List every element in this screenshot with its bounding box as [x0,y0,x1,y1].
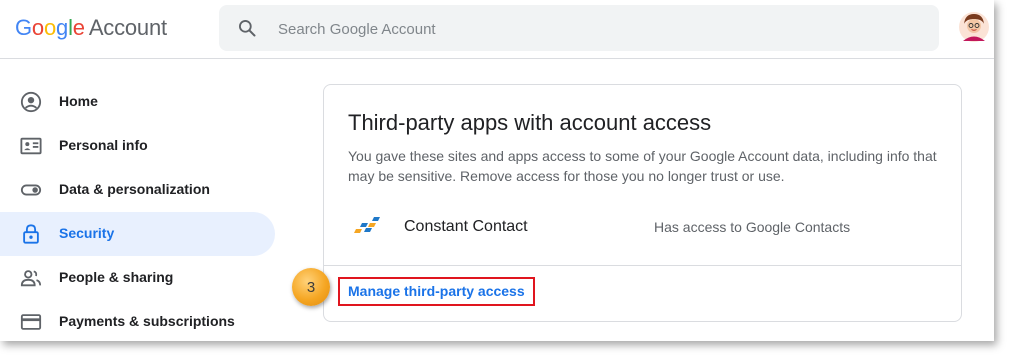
sidebar-item-label: Payments & subscriptions [59,313,235,329]
toggle-icon [20,184,42,196]
app-access-description: Has access to Google Contacts [654,219,851,235]
sidebar-item-label: Personal info [59,137,148,153]
card-divider [324,265,961,266]
sidebar-item-home[interactable]: Home [0,80,275,124]
app-row-constant-contact[interactable]: Constant Contact Has access to Google Co… [324,207,961,247]
card-description: You gave these sites and apps access to … [348,148,937,184]
sidebar-item-data-personalization[interactable]: Data & personalization [0,168,275,212]
user-avatar-icon[interactable] [958,11,990,43]
sidebar-item-security[interactable]: Security [0,212,275,256]
lock-icon [23,224,39,244]
account-circle-icon [20,91,42,113]
sidebar-item-label: Data & personalization [59,181,210,197]
sidebar-item-personal-info[interactable]: Personal info [0,124,275,168]
top-bar: Google Account [0,0,994,59]
annotation-highlight-box [338,277,535,306]
people-icon [20,270,42,287]
sidebar-item-people-sharing[interactable]: People & sharing [0,256,275,300]
card-title: Third-party apps with account access [348,110,712,135]
credit-card-icon [20,314,42,330]
browser-frame: GoogleAccount Home [0,0,994,341]
search-bar[interactable] [219,5,939,51]
search-input[interactable] [276,16,880,42]
sidebar-nav: Home Personal info Data & personalizatio… [0,80,276,341]
sidebar-item-label: Home [59,93,98,109]
constant-contact-logo-icon [354,217,380,233]
id-card-icon [20,137,42,155]
sidebar-item-label: People & sharing [59,269,174,285]
logo-letter-o1: o [31,15,44,40]
logo-letter-g2: g [56,15,69,40]
app-name: Constant Contact [404,218,528,235]
logo-letter-e: e [72,15,85,40]
logo-product-name: Account [88,15,167,40]
sidebar-item-payments-subscriptions[interactable]: Payments & subscriptions [0,300,275,341]
sidebar-item-label: Security [59,225,115,241]
logo-letter-g1: G [15,15,32,40]
annotation-step-badge: 3 [292,268,330,306]
search-icon[interactable] [237,18,257,38]
google-account-logo[interactable]: Google Account [15,15,167,41]
logo-letter-o2: o [43,15,57,40]
